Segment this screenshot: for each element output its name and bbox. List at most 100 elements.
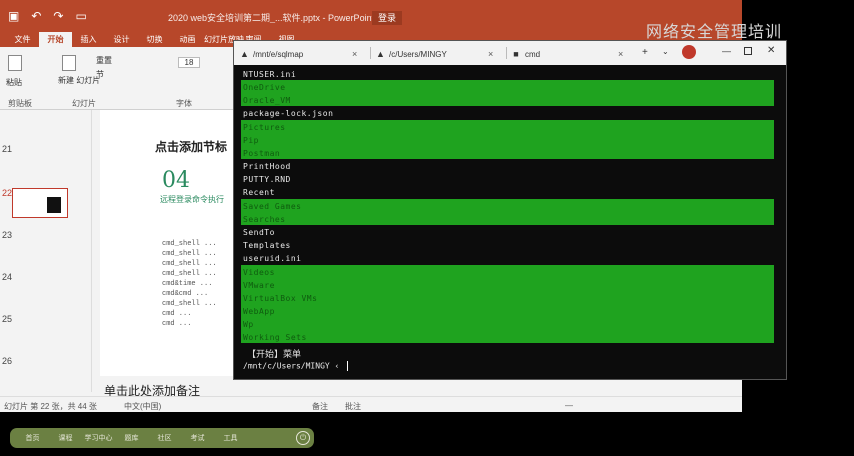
slide-code-line: cmd&time ... [162,280,213,288]
slide-number: 25 [2,314,13,324]
login-button[interactable]: 登录 [372,11,403,25]
slide-code-line: cmd_shell ... [162,260,217,268]
menu-tab-design[interactable]: 设计 [105,32,138,47]
terminal-line: VirtualBox VMs [243,294,318,303]
slide-number: 26 [2,356,13,366]
dock-item-home[interactable]: 首页 [16,433,49,443]
close-icon[interactable]: ✕ [767,45,775,56]
close-icon[interactable]: × [488,43,493,65]
slide-code-line: cmd_shell ... [162,300,217,308]
section-button[interactable]: 节 [96,69,104,80]
undo-icon[interactable]: ↶ [31,9,41,23]
comments-toggle-button[interactable]: 批注 [345,401,361,412]
slide-code-line: cmd_shell ... [162,240,217,248]
zoom-slider[interactable]: — [565,401,573,410]
slide-number: 24 [2,272,13,282]
start-slideshow-icon[interactable]: ▭ [75,9,86,23]
dock-item-tools[interactable]: 工具 [214,433,247,443]
terminal-line: Videos [243,268,275,277]
terminal-line: Postman [243,149,281,158]
reset-button[interactable]: 重置 [96,55,112,66]
terminal-line: SendTo [243,228,275,237]
paste-button[interactable]: 粘贴 [6,77,22,88]
new-slide-button[interactable]: 新建 幻灯片 [58,75,100,86]
terminal-line: Searches [243,215,286,224]
tab-label: /mnt/e/sqlmap [253,50,304,59]
dock-item-courses[interactable]: 课程 [49,433,82,443]
terminal-line: OneDrive [243,83,286,92]
maximize-icon[interactable] [744,47,752,55]
slide-code-line: cmd_shell ... [162,270,217,278]
terminal-line: Templates [243,241,291,250]
terminal-line: VMware [243,281,275,290]
group-font: 字体 [176,99,192,108]
ppt-status-bar: 幻灯片 第 22 张，共 44 张 中文(中国) 备注 批注 — [0,396,742,412]
bottom-dock: 首页 课程 学习中心 题库 社区 考试 工具 ⏻ [10,428,314,448]
minimize-icon[interactable]: — [722,46,731,56]
menu-tab-animations[interactable]: 动画 [171,32,204,47]
slide-subtitle: 远程登录命令执行 [160,195,224,204]
terminal-tab-sqlmap[interactable]: ▲ /mnt/e/sqlmap × [240,43,368,65]
selection-highlight [241,80,774,106]
dock-item-community[interactable]: 社区 [148,433,181,443]
language-status: 中文(中国) [124,402,162,411]
save-icon[interactable]: ▣ [8,9,19,23]
shell-prompt[interactable]: /mnt/c/Users/MINGY ‹ [243,361,349,371]
terminal-line: Saved Games [243,202,302,211]
slide-number: 23 [2,230,13,240]
terminal-line: Oracle_VM [243,96,291,105]
terminal-tab-users[interactable]: ▲ /c/Users/MINGY × [376,43,504,65]
selection-highlight [241,199,774,225]
terminal-tab-cmd[interactable]: ■ cmd × [512,43,634,65]
terminal-output[interactable]: NTUSER.ini OneDrive Oracle_VM package-lo… [234,65,786,379]
slide-thumbnail-selected[interactable] [12,188,68,218]
paste-icon[interactable] [8,55,22,71]
dock-item-learning[interactable]: 学习中心 [82,433,115,443]
terminal-line: useruid.ini [243,254,302,263]
redo-icon[interactable]: ↷ [53,9,63,23]
dock-item-exam[interactable]: 考试 [181,433,214,443]
notes-toggle-button[interactable]: 备注 [312,401,328,412]
text-cursor [347,361,349,371]
tab-label: /c/Users/MINGY [389,50,447,59]
selection-highlight [241,265,774,343]
slide-thumbnail-panel: 21 22 23 24 25 26 [0,110,92,392]
terminal-line: package-lock.json [243,109,334,118]
terminal-line: PUTTY.RND [243,175,291,184]
slide-code-line: cmd_shell ... [162,250,217,258]
power-icon[interactable]: ⏻ [296,431,310,445]
terminal-line: Wp [243,320,254,329]
slide-section-number: 04 [162,168,190,193]
menu-tab-insert[interactable]: 插入 [72,32,105,47]
menu-tab-home[interactable]: 开始 [39,32,72,47]
terminal-tab-bar: ▲ /mnt/e/sqlmap × ▲ /c/Users/MINGY × ■ cmd … [234,41,786,65]
start-menu-hint: 【开始】菜单 [247,350,302,360]
slide-heading[interactable]: 点击添加节标 [155,138,227,155]
terminal-line: NTUSER.ini [243,70,297,79]
font-size-select[interactable]: 18 [178,57,200,68]
terminal-line: Working Sets [243,333,307,342]
close-icon[interactable]: × [352,43,357,65]
linux-penguin-icon: ▲ [240,49,249,59]
terminal-line: Pip [243,136,259,145]
close-icon[interactable]: × [618,43,623,65]
new-slide-icon[interactable] [62,55,76,71]
terminal-window: ▲ /mnt/e/sqlmap × ▲ /c/Users/MINGY × ■ cmd … [233,40,787,380]
group-clipboard: 剪贴板 [8,99,32,108]
thumbnail-content [47,197,61,213]
selection-highlight [241,120,774,159]
slide-code-line: cmd&cmd ... [162,290,209,298]
tab-separator [370,47,371,59]
new-tab-button[interactable]: + [642,47,648,58]
chevron-down-icon[interactable]: ⌄ [662,47,669,56]
dock-item-questions[interactable]: 题库 [115,433,148,443]
prompt-path-text: /mnt/c/Users/MINGY ‹ [243,361,340,371]
slide-number-selected: 22 [2,188,13,198]
menu-tab-transitions[interactable]: 切换 [138,32,171,47]
cmd-icon: ■ [513,49,519,59]
terminal-line: PrintHood [243,162,291,171]
menu-tab-file[interactable]: 文件 [6,32,39,47]
slide-code-line: cmd ... [162,320,192,328]
ppt-title-bar: ▣ ↶ ↷ ▭ 2020 web安全培训第二期_...软件.pptx - Pow… [0,0,742,32]
tab-separator [506,47,507,59]
